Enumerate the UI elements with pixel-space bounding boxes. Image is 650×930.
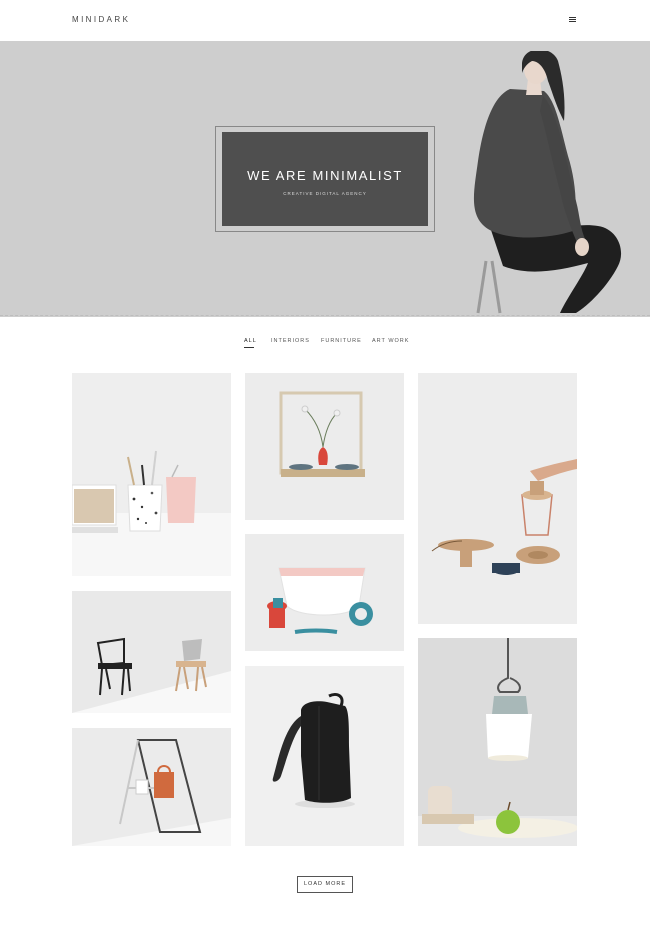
portfolio-filters: ALL INTERIORS FURNITURE ART WORK bbox=[0, 338, 650, 350]
hero-banner: WE ARE MINIMALIST CREATIVE DIGITAL AGENC… bbox=[0, 41, 650, 317]
portfolio-item-two-chairs[interactable] bbox=[72, 591, 231, 713]
filter-art-work[interactable]: ART WORK bbox=[372, 338, 409, 344]
filter-interiors[interactable]: INTERIORS bbox=[271, 338, 310, 344]
hero-frame: WE ARE MINIMALIST CREATIVE DIGITAL AGENC… bbox=[215, 126, 435, 232]
portfolio-item-pendant-lamp[interactable] bbox=[418, 638, 577, 846]
site-logo[interactable]: MINIDARK bbox=[72, 15, 130, 24]
desk-organizer-photo bbox=[72, 373, 231, 576]
portfolio-item-ladder-rack[interactable] bbox=[72, 728, 231, 846]
portfolio-item-backpack[interactable] bbox=[245, 666, 404, 846]
portfolio-item-wall-shelf[interactable] bbox=[245, 373, 404, 520]
top-bar: MINIDARK bbox=[0, 0, 650, 41]
portfolio-item-desk-organizer[interactable] bbox=[72, 373, 231, 576]
hero-divider bbox=[0, 315, 650, 316]
hero-title: WE ARE MINIMALIST bbox=[247, 168, 403, 183]
wooden-bowls-lamp-photo bbox=[418, 373, 577, 624]
backpack-photo bbox=[245, 666, 404, 846]
hero-model-image bbox=[473, 51, 622, 314]
hamburger-icon[interactable] bbox=[567, 14, 579, 26]
kitchen-utensils-bowl-photo bbox=[245, 534, 404, 651]
hero-subtitle: CREATIVE DIGITAL AGENCY bbox=[283, 191, 367, 196]
filter-all[interactable]: ALL bbox=[244, 338, 257, 344]
portfolio-item-kitchen-utensils[interactable] bbox=[245, 534, 404, 651]
filter-furniture[interactable]: FURNITURE bbox=[321, 338, 362, 344]
load-more-button[interactable]: LOAD MORE bbox=[297, 876, 353, 893]
wall-shelf-vase-photo bbox=[245, 373, 404, 520]
portfolio-item-wooden-bowls[interactable] bbox=[418, 373, 577, 624]
pendant-lamp-apple-photo bbox=[418, 638, 577, 846]
active-filter-indicator bbox=[244, 347, 254, 348]
ladder-rack-bag-photo bbox=[72, 728, 231, 846]
hero-title-box: WE ARE MINIMALIST CREATIVE DIGITAL AGENC… bbox=[222, 132, 428, 226]
two-chairs-photo bbox=[72, 591, 231, 713]
